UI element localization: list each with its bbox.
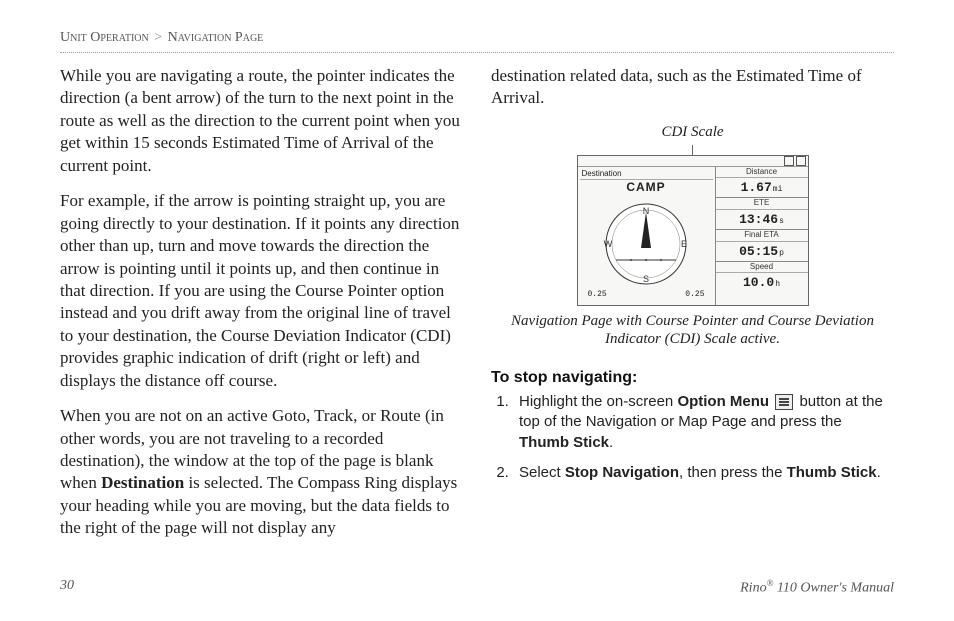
field-hdr-speed: Speed (716, 262, 808, 274)
page-footer: 30 Rino® 110 Owner's Manual (60, 578, 894, 597)
destination-bold: Destination (101, 473, 184, 492)
device-titlebar (578, 156, 808, 167)
manual-title: Rino® 110 Owner's Manual (740, 578, 894, 597)
cdi-scale-values: 0.25 0.25 (580, 290, 713, 303)
svg-text:W: W (604, 239, 613, 249)
figure-caption: Navigation Page with Course Pointer and … (491, 312, 894, 350)
column-right: destination related data, such as the Es… (491, 65, 894, 553)
device-screenshot: Destination CAMP N E S W (577, 155, 809, 306)
field-val-finaleta: 05:15p (716, 242, 808, 262)
dest-header: Destination (580, 169, 713, 181)
page-number: 30 (60, 578, 74, 597)
breadcrumb-section: Unit Operation (60, 30, 149, 45)
option-menu-icon (775, 394, 793, 410)
column-left: While you are navigating a route, the po… (60, 65, 463, 553)
figure: CDI Scale Destination CAMP (491, 123, 894, 349)
field-hdr-finaleta: Final ETA (716, 230, 808, 242)
device-left: Destination CAMP N E S W (578, 167, 716, 305)
paragraph-2: For example, if the arrow is pointing st… (60, 190, 463, 392)
compass-icon: N E S W (591, 200, 701, 288)
divider-top (60, 52, 894, 53)
paragraph-3: When you are not on an active Goto, Trac… (60, 405, 463, 540)
menu-icon (784, 156, 794, 166)
cdi-scale-label: CDI Scale (491, 123, 894, 143)
field-val-speed: 10.0h (716, 273, 808, 292)
svg-text:S: S (643, 274, 649, 284)
close-icon (796, 156, 806, 166)
stop-navigating-heading: To stop navigating: (491, 367, 894, 388)
breadcrumb: Unit Operation > Navigation Page (60, 30, 894, 46)
breadcrumb-page: Navigation Page (168, 30, 264, 45)
field-val-distance: 1.67mi (716, 178, 808, 198)
step-1: Highlight the on-screen Option Menu butt… (513, 392, 894, 453)
field-hdr-distance: Distance (716, 167, 808, 179)
paragraph-1: While you are navigating a route, the po… (60, 65, 463, 177)
step-2: Select Stop Navigation, then press the T… (513, 463, 894, 483)
stop-navigating-steps: Highlight the on-screen Option Menu butt… (491, 392, 894, 483)
cdi-pointer-line (692, 145, 693, 155)
field-val-ete: 13:46s (716, 210, 808, 230)
page: Unit Operation > Navigation Page While y… (0, 0, 954, 621)
device-right: Distance 1.67mi ETE 13:46s Final ETA 05:… (716, 167, 808, 305)
columns: While you are navigating a route, the po… (60, 65, 894, 553)
paragraph-continuation: destination related data, such as the Es… (491, 65, 894, 110)
svg-text:E: E (681, 239, 687, 249)
breadcrumb-sep: > (154, 30, 162, 45)
dest-value: CAMP (580, 180, 713, 196)
field-hdr-ete: ETE (716, 198, 808, 210)
device-body: Destination CAMP N E S W (578, 167, 808, 305)
